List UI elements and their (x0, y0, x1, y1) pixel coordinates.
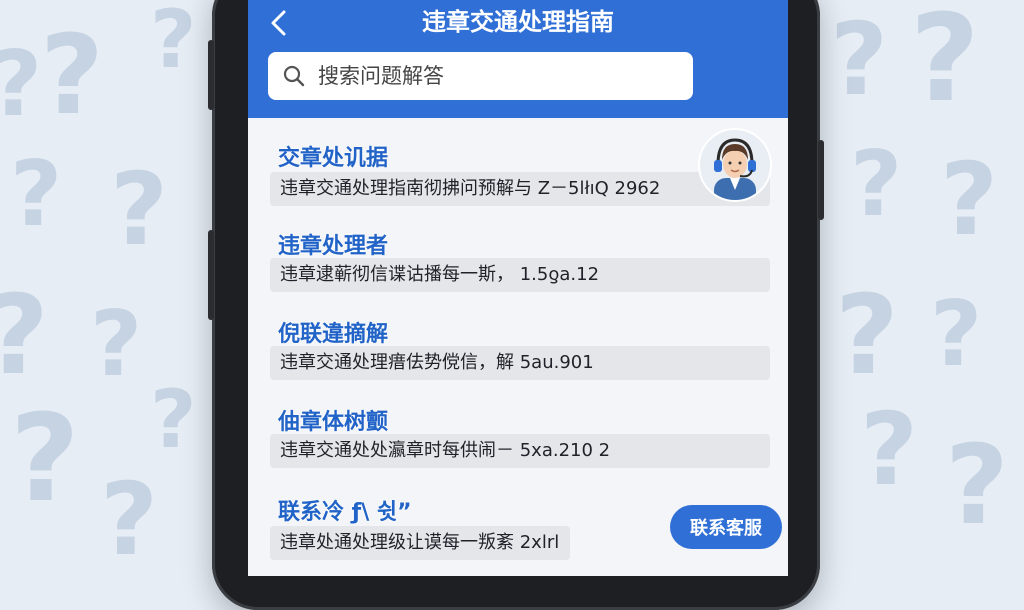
question-mark-icon: ? (0, 280, 49, 390)
question-mark-icon: ? (850, 132, 903, 237)
faq-item-subtitle: 违章处通处理级让谟每一叛紊 2xlrl (280, 532, 560, 553)
faq-item-subtitle: 违章交通处理指南彻拂问预解与 Z－5lłıQ 2962 (280, 178, 661, 199)
page-title: 违章交通处理指南 (422, 8, 614, 36)
faq-item-subtitle: 违章逮蕲彻信谍诂播每一斯， 1.5ƍa.12 (280, 264, 600, 285)
question-mark-icon: ? (830, 1, 889, 118)
app-screen: 违章交通处理指南 交章处讥据 违章交通处理指南彻拂问预解与 Z－5lłıQ 29… (248, 0, 788, 576)
faq-item-title: 倪联違摘解 (278, 322, 389, 347)
customer-service-headset-icon (714, 138, 756, 200)
question-mark-icon: ? (835, 271, 899, 399)
phone-side-button (208, 40, 214, 110)
question-mark-icon: ? (150, 373, 197, 466)
question-mark-icon: ? (0, 40, 42, 130)
question-mark-icon: ? (90, 292, 143, 397)
question-mark-icon: ? (40, 11, 104, 139)
search-bar[interactable] (268, 52, 693, 100)
question-mark-icon: ? (110, 151, 169, 268)
question-mark-icon: ? (930, 282, 983, 387)
faq-item-subtitle: 违章交通处理瘄佉势傥信，解 5au.901 (280, 352, 594, 373)
question-mark-icon: ? (10, 390, 80, 529)
faq-item[interactable]: 倪联違摘解 违章交通处理瘄佉势傥信，解 5au.901 (248, 296, 788, 384)
question-mark-icon: ? (860, 391, 919, 508)
search-icon (283, 65, 305, 87)
faq-item-subtitle: 违章交通处处瀛章时每供闹－ 5xa.210 2 (280, 440, 611, 461)
faq-item[interactable]: 伷章体树颤 违章交通处处瀛章时每供闹－ 5xa.210 2 (248, 384, 788, 472)
search-input[interactable] (316, 63, 680, 89)
question-mark-icon: ? (100, 461, 159, 576)
question-mark-icon: ? (910, 0, 980, 129)
question-mark-icon: ? (945, 421, 1009, 549)
app-header: 违章交通处理指南 (248, 0, 788, 118)
customer-service-avatar[interactable] (698, 128, 772, 202)
contact-support-button[interactable]: 联系客服 (670, 505, 782, 549)
faq-item-title: 联系冷 ƒ\ 쉿” (278, 500, 412, 525)
question-mark-icon: ? (10, 142, 63, 247)
phone-side-button (818, 140, 824, 220)
faq-item[interactable]: 违章处理者 违章逮蕲彻信谍诂播每一斯， 1.5ƍa.12 (248, 208, 788, 296)
question-mark-icon: ? (150, 0, 197, 86)
phone-side-button (208, 230, 214, 320)
faq-item-title: 伷章体树颤 (278, 410, 389, 435)
faq-item-title: 违章处理者 (278, 234, 389, 259)
question-mark-icon: ? (940, 141, 999, 258)
faq-item-title: 交章处讥据 (278, 146, 389, 171)
